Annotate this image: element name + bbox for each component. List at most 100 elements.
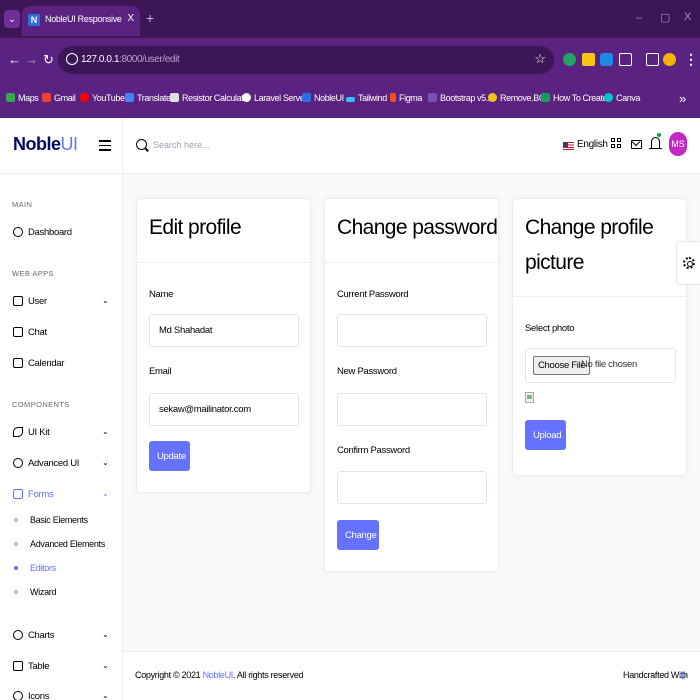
bookmark-nobleui[interactable]: NobleUI <box>302 93 344 103</box>
tab-close-button[interactable]: X <box>127 13 134 24</box>
change-password-button[interactable]: Change <box>337 520 379 550</box>
mail-icon <box>13 296 23 306</box>
sidebar-subitem-editors[interactable]: Editors <box>0 560 122 578</box>
tab-title: NobleUI Responsive Bootstrap <box>45 14 123 24</box>
extension-f-icon[interactable] <box>600 53 613 66</box>
chevron-down-icon: ⌄ <box>102 427 109 436</box>
bookmark-figma[interactable]: Figma <box>390 93 422 103</box>
url-text[interactable]: 127.0.0.1:8000/user/edit <box>81 54 180 65</box>
address-bar[interactable]: 127.0.0.1:8000/user/edit ☆ <box>58 46 554 74</box>
update-button[interactable]: Update <box>149 441 190 471</box>
chevron-down-icon: ⌄ <box>102 296 109 305</box>
footer-brand-link[interactable]: NobleUI <box>203 670 234 680</box>
sidebar-item-table[interactable]: Table ⌄ <box>0 656 122 678</box>
bookmark-bootstrap[interactable]: Bootstrap v5.2 <box>428 93 493 103</box>
window-close-button[interactable]: X <box>684 11 691 23</box>
sidebar-item-icons[interactable]: Icons ⌄ <box>0 686 122 700</box>
bullet-icon <box>14 590 18 594</box>
site-info-icon[interactable] <box>66 53 78 65</box>
theme-settings-toggle[interactable] <box>676 241 700 285</box>
new-password-label: New Password <box>337 366 397 377</box>
new-tab-button[interactable]: + <box>146 10 154 26</box>
chevron-down-icon: ⌄ <box>102 661 109 670</box>
notification-dot <box>657 133 661 137</box>
card-divider <box>137 262 310 263</box>
nav-category-web-apps: WEB APPS <box>12 269 54 278</box>
tab-search-button[interactable]: ⌄ <box>4 10 20 28</box>
sidebar-item-chat[interactable]: Chat <box>0 322 122 344</box>
forward-arrow-icon[interactable]: → <box>25 52 38 67</box>
confirm-password-label: Confirm Password <box>337 445 410 456</box>
sidebar-item-dashboard[interactable]: Dashboard <box>0 222 122 244</box>
reload-icon[interactable]: ↻ <box>43 52 54 68</box>
apps-grid-icon[interactable] <box>611 138 621 150</box>
gear-icon <box>683 257 695 269</box>
side-panel-icon[interactable] <box>646 53 659 66</box>
messages-mail-icon[interactable] <box>631 140 642 149</box>
current-password-label: Current Password <box>337 289 409 300</box>
extension-download-icon[interactable] <box>582 53 595 66</box>
bookmark-removebg[interactable]: Remove.BG <box>488 93 546 103</box>
bookmarks-overflow-icon[interactable]: » <box>679 91 686 106</box>
language-selector[interactable]: English <box>577 139 608 150</box>
brand-logo[interactable]: NobleUI <box>13 134 78 155</box>
sidebar-item-label: Calendar <box>28 358 65 369</box>
chevron-down-icon: ⌄ <box>102 630 109 639</box>
name-field[interactable] <box>149 314 299 347</box>
sidebar-subitem-basic-elements[interactable]: Basic Elements <box>0 512 122 530</box>
sidebar-item-label: Table <box>28 661 50 672</box>
window-maximize-button[interactable]: ▢ <box>660 11 670 24</box>
sidebar-toggle-icon[interactable] <box>99 140 111 154</box>
sidebar-item-calendar[interactable]: Calendar <box>0 353 122 375</box>
bookmark-how-to-create[interactable]: How To Create <box>541 93 608 103</box>
sidebar-item-label: Charts <box>28 630 55 641</box>
window-minimize-button[interactable]: – <box>636 12 642 24</box>
sidebar-item-label: Advanced UI <box>28 458 80 469</box>
new-password-field[interactable] <box>337 393 487 426</box>
bookmark-laravel-server[interactable]: Laravel Server <box>242 93 307 103</box>
sidebar-item-user[interactable]: User ⌄ <box>0 291 122 313</box>
chat-bubble-icon <box>13 327 23 337</box>
sidebar-subitem-label: Basic Elements <box>30 515 88 525</box>
bookmark-youtube[interactable]: YouTube <box>80 93 125 103</box>
sidebar-subitem-wizard[interactable]: Wizard <box>0 584 122 602</box>
sidebar-item-advanced-ui[interactable]: Advanced UI ⌄ <box>0 453 122 475</box>
profile-avatar-icon[interactable] <box>663 53 676 66</box>
bookmark-star-icon[interactable]: ☆ <box>534 51 546 67</box>
notifications-bell-icon[interactable] <box>649 137 662 149</box>
photo-file-input[interactable]: Choose File No file chosen <box>525 348 676 383</box>
confirm-password-field[interactable] <box>337 471 487 504</box>
anchor-icon <box>13 458 23 468</box>
bookmark-canva[interactable]: Canva <box>604 93 640 103</box>
extensions-puzzle-icon[interactable] <box>619 53 632 66</box>
browser-menu-icon[interactable]: ⋮ <box>684 51 698 68</box>
change-password-card: Change password Current Password New Pas… <box>324 198 499 572</box>
bookmark-tailwind[interactable]: Tailwind <box>346 93 387 103</box>
sidebar-item-forms[interactable]: Forms ⌄ <box>0 484 122 506</box>
email-field[interactable] <box>149 393 299 426</box>
sidebar-item-charts[interactable]: Charts ⌄ <box>0 625 122 647</box>
chevron-down-icon: ⌄ <box>102 691 109 700</box>
back-arrow-icon[interactable]: ← <box>8 52 21 67</box>
current-password-field[interactable] <box>337 314 487 347</box>
sidebar-subitem-label: Advanced Elements <box>30 539 105 549</box>
bookmark-gmail[interactable]: Gmail <box>42 93 76 103</box>
sidebar-item-label: Dashboard <box>28 227 72 238</box>
pie-chart-icon <box>13 630 23 640</box>
browser-tab[interactable]: N NobleUI Responsive Bootstrap X <box>22 6 140 36</box>
sidebar-item-ui-kit[interactable]: UI Kit ⌄ <box>0 422 122 444</box>
search-input[interactable] <box>153 136 353 154</box>
top-navbar: English MS <box>123 118 700 174</box>
feather-icon <box>13 427 23 437</box>
bullet-icon <box>14 566 18 570</box>
bookmark-translate[interactable]: Translate <box>125 93 171 103</box>
bookmark-resistor-calculator[interactable]: Resistor Calculator <box>170 93 251 103</box>
upload-button[interactable]: Upload <box>525 420 566 450</box>
broken-image-icon <box>525 392 534 403</box>
user-avatar[interactable]: MS <box>669 132 687 156</box>
extension-grammarly-icon[interactable] <box>563 53 576 66</box>
sidebar-subitem-advanced-elements[interactable]: Advanced Elements <box>0 536 122 554</box>
dashboard-icon <box>13 227 23 237</box>
bookmark-maps[interactable]: Maps <box>6 93 39 103</box>
us-flag-icon[interactable] <box>563 142 574 150</box>
